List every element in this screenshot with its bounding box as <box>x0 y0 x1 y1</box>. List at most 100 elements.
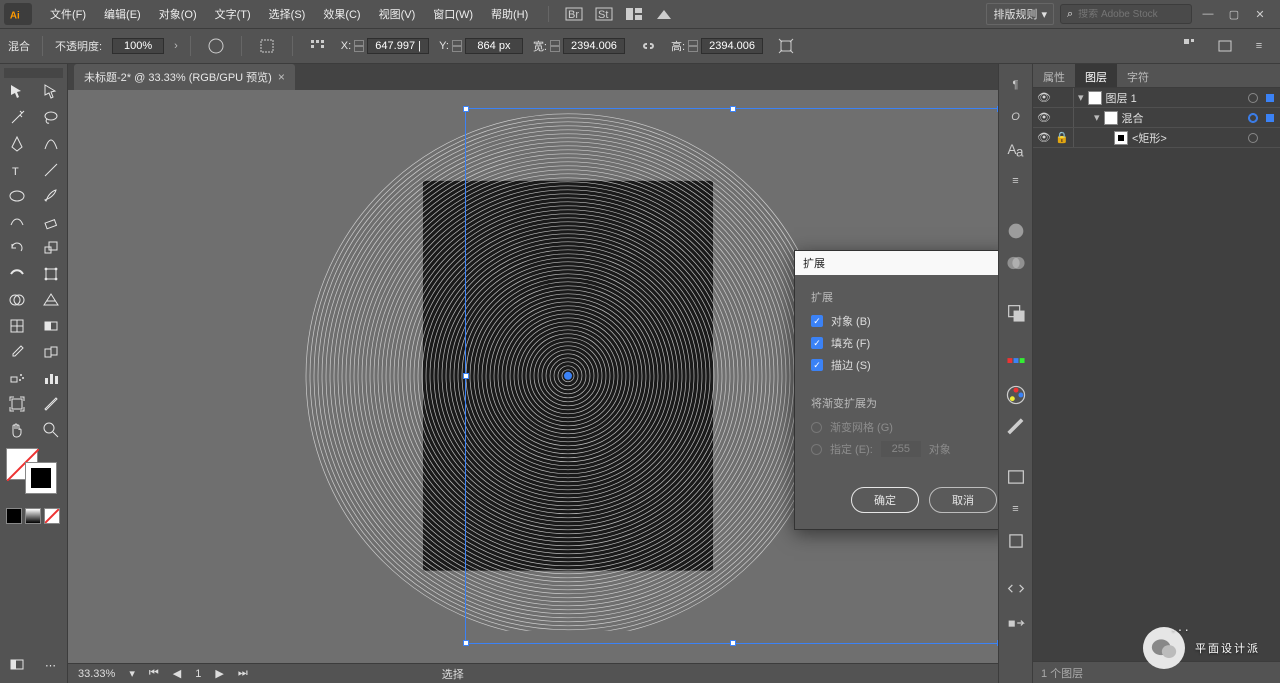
slice-tool[interactable] <box>35 392 67 416</box>
h-field[interactable]: 2394.006 <box>701 38 763 54</box>
page-number[interactable]: 1 <box>195 668 201 680</box>
brush-tool[interactable] <box>35 184 67 208</box>
appearance-panel-icon[interactable] <box>1005 220 1027 242</box>
align-panel-icon[interactable]: ≡ <box>1005 498 1027 520</box>
none-mode-swatch[interactable] <box>44 508 60 524</box>
stepper[interactable] <box>550 40 560 52</box>
stock-icon[interactable]: St <box>595 5 613 23</box>
visibility-icon[interactable]: 👁 <box>1037 131 1051 144</box>
pen-tool[interactable] <box>1 132 33 156</box>
zoom-value[interactable]: 33.33% <box>78 668 115 680</box>
minimize-button[interactable]: — <box>1198 4 1218 24</box>
link-icon[interactable] <box>639 37 657 55</box>
artboards-panel-icon[interactable] <box>1005 466 1027 488</box>
nav-last-icon[interactable]: ⏭ <box>238 667 248 680</box>
perspective-tool[interactable] <box>35 288 67 312</box>
edit-toolbar-tool[interactable]: ⋯ <box>35 653 67 677</box>
nav-next-icon[interactable]: ▶ <box>215 667 223 680</box>
y-field[interactable]: 864 px <box>465 38 523 54</box>
lock-icon[interactable]: 🔒 <box>1055 131 1069 144</box>
visibility-icon[interactable]: 👁 <box>1037 91 1051 104</box>
fill-checkbox-row[interactable]: ✓填充 (F) <box>811 335 995 351</box>
close-button[interactable]: ✕ <box>1250 4 1270 24</box>
transform-icon[interactable] <box>258 37 276 55</box>
menu-icon[interactable]: ≡ <box>1250 37 1268 55</box>
color-panel-icon[interactable] <box>1005 384 1027 406</box>
menu-view[interactable]: 视图(V) <box>371 2 424 26</box>
layer-row[interactable]: 👁▾图层 1 <box>1033 88 1280 108</box>
selection-tool[interactable] <box>1 80 33 104</box>
gradient-tool[interactable] <box>35 314 67 338</box>
menu-effect[interactable]: 效果(C) <box>315 2 368 26</box>
ellipse-tool[interactable] <box>1 184 33 208</box>
direct-selection-tool[interactable] <box>35 80 67 104</box>
chevron-down-icon[interactable]: ▾ <box>129 667 135 680</box>
swatches-panel-icon[interactable] <box>1005 352 1027 374</box>
width-tool[interactable] <box>1 262 33 286</box>
panel-icon[interactable] <box>1182 37 1200 55</box>
constrain-icon[interactable] <box>777 37 795 55</box>
gradient-mode-swatch[interactable] <box>25 508 41 524</box>
lasso-tool[interactable] <box>35 106 67 130</box>
viewport[interactable]: (function(){ const ns="http://www.w3.org… <box>68 90 998 663</box>
bridge-icon[interactable]: Br <box>565 5 583 23</box>
menu-select[interactable]: 选择(S) <box>261 2 314 26</box>
eraser-tool[interactable] <box>35 210 67 234</box>
tab-attributes[interactable]: 属性 <box>1033 64 1075 87</box>
scale-tool[interactable] <box>35 236 67 260</box>
eyedropper-tool[interactable] <box>1 340 33 364</box>
maximize-button[interactable]: ▢ <box>1224 4 1244 24</box>
curvature-tool[interactable] <box>35 132 67 156</box>
menu-file[interactable]: 文件(F) <box>42 2 94 26</box>
gradient-panel-icon[interactable] <box>1005 416 1027 438</box>
stepper[interactable] <box>688 40 698 52</box>
visibility-icon[interactable]: 👁 <box>1037 111 1051 124</box>
cancel-button[interactable]: 取消 <box>929 487 997 513</box>
tab-character[interactable]: 字符 <box>1117 64 1159 87</box>
opacity-field[interactable]: 100% <box>112 38 164 54</box>
doc-setup-icon[interactable] <box>1216 37 1234 55</box>
expand-icon[interactable]: ▾ <box>1078 91 1084 104</box>
pathfinder-panel-icon[interactable] <box>1005 302 1027 324</box>
stroke-swatch[interactable] <box>25 462 57 494</box>
nav-first-icon[interactable]: ⏮ <box>149 667 159 680</box>
target-icon[interactable] <box>1248 113 1258 123</box>
mesh-tool[interactable] <box>1 314 33 338</box>
actions-panel-icon[interactable] <box>1005 612 1027 634</box>
opentype-panel-icon[interactable]: O <box>1005 106 1027 128</box>
color-swatches[interactable] <box>4 448 63 498</box>
symbol-sprayer-tool[interactable] <box>1 366 33 390</box>
recolor-icon[interactable] <box>207 37 225 55</box>
menu-type[interactable]: 文字(T) <box>207 2 259 26</box>
workspace-switcher[interactable]: 排版规则 ▾ <box>986 3 1054 25</box>
type-tool[interactable]: T <box>1 158 33 182</box>
line-tool[interactable] <box>35 158 67 182</box>
transparency-panel-icon[interactable] <box>1005 252 1027 274</box>
menu-object[interactable]: 对象(O) <box>151 2 205 26</box>
arrange-icon[interactable] <box>625 5 643 23</box>
search-input[interactable] <box>1078 9 1178 20</box>
nav-prev-icon[interactable]: ◀ <box>173 667 181 680</box>
w-field[interactable]: 2394.006 <box>563 38 625 54</box>
target-icon[interactable] <box>1248 133 1258 143</box>
menu-edit[interactable]: 编辑(E) <box>96 2 149 26</box>
gpu-icon[interactable] <box>655 5 673 23</box>
document-tab[interactable]: 未标题-2* @ 33.33% (RGB/GPU 预览) × <box>74 64 295 90</box>
object-checkbox-row[interactable]: ✓对象 (B) <box>811 313 995 329</box>
magic-wand-tool[interactable] <box>1 106 33 130</box>
artboard-tool[interactable] <box>1 392 33 416</box>
shaper-tool[interactable] <box>1 210 33 234</box>
layer-row[interactable]: 👁🔒<矩形> <box>1033 128 1280 148</box>
chevron-right-icon[interactable]: › <box>174 40 178 52</box>
blend-tool[interactable] <box>35 340 67 364</box>
rotate-tool[interactable] <box>1 236 33 260</box>
target-icon[interactable] <box>1248 93 1258 103</box>
hand-tool[interactable] <box>1 418 33 442</box>
transform-panel-icon[interactable] <box>1005 530 1027 552</box>
stroke-checkbox-row[interactable]: ✓描边 (S) <box>811 357 995 373</box>
screen-mode-tool[interactable] <box>1 653 33 677</box>
paragraph-panel-icon[interactable]: ¶ <box>1005 74 1027 96</box>
close-icon[interactable]: × <box>278 70 285 84</box>
color-mode-swatch[interactable] <box>6 508 22 524</box>
expand-icon[interactable]: ▾ <box>1094 111 1100 124</box>
